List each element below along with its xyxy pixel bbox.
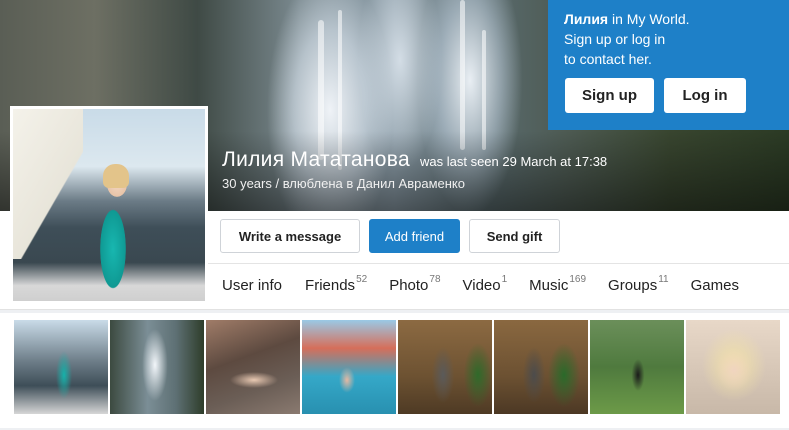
profile-details: 30 years / влюблена в Данил Авраменко: [222, 176, 465, 191]
video-count: 1: [501, 274, 508, 285]
send-gift-button[interactable]: Send gift: [469, 219, 560, 253]
tab-music[interactable]: Music 169: [529, 274, 587, 294]
profile-name[interactable]: Лилия Мататанова: [222, 148, 410, 172]
photo-thumbnail[interactable]: [686, 320, 780, 414]
photo-count: 78: [429, 274, 441, 285]
write-message-button[interactable]: Write a message: [220, 219, 360, 253]
photo-thumbnail[interactable]: [206, 320, 300, 414]
photo-thumbnail[interactable]: [14, 320, 108, 414]
last-seen: was last seen 29 March at 17:38: [420, 154, 608, 169]
photo-thumbnail[interactable]: [398, 320, 492, 414]
tab-photo[interactable]: Photo 78: [389, 274, 441, 294]
photo-thumbnail[interactable]: [494, 320, 588, 414]
add-friend-button[interactable]: Add friend: [369, 219, 460, 253]
avatar[interactable]: [10, 106, 208, 304]
photo-strip: [0, 313, 789, 428]
groups-count: 11: [658, 274, 669, 285]
divider: [208, 263, 789, 264]
photo-thumbnail[interactable]: [302, 320, 396, 414]
login-prompt-name: Лилия: [564, 11, 609, 27]
login-prompt: Лилия in My World. Sign up or log in to …: [548, 0, 789, 130]
photo-thumbnail[interactable]: [110, 320, 204, 414]
tab-games[interactable]: Games: [691, 277, 740, 294]
login-prompt-text: Лилия in My World. Sign up or log in to …: [564, 11, 690, 67]
tab-video[interactable]: Video 1: [463, 274, 508, 294]
profile-tabs: User info Friends 52 Photo 78 Video 1 Music…: [222, 274, 762, 294]
music-count: 169: [569, 274, 587, 285]
friends-count: 52: [356, 274, 368, 285]
tab-user-info[interactable]: User info: [222, 277, 283, 294]
photo-thumbnail[interactable]: [590, 320, 684, 414]
tab-friends[interactable]: Friends 52: [305, 274, 368, 294]
log-in-button[interactable]: Log in: [664, 78, 746, 113]
tab-groups[interactable]: Groups 11: [608, 274, 669, 294]
sign-up-button[interactable]: Sign up: [565, 78, 654, 113]
